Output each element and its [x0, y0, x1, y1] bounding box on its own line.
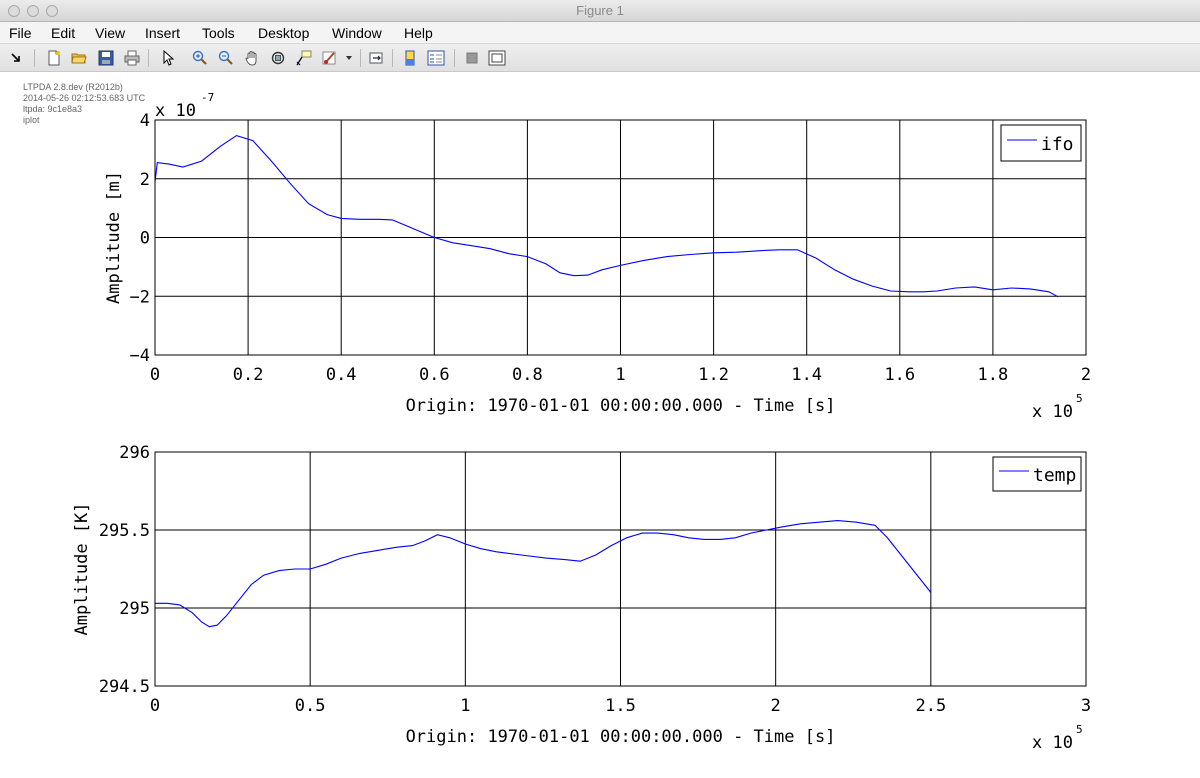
chart2-y-tick-label: 295.5: [99, 521, 150, 541]
chart2-y-tick-label: 294.5: [99, 677, 150, 697]
chart2-y-tick-label: 296: [119, 443, 150, 463]
chart2-x-tick-label: 1: [460, 696, 470, 716]
chart2-x-tick-label: 2: [771, 696, 781, 716]
chart1-x-tick-label: 1.6: [884, 365, 915, 385]
title-bar: Figure 1: [0, 0, 1200, 22]
chart1-x-exponent-power: 5: [1076, 392, 1083, 405]
stamp-command: iplot: [23, 115, 40, 125]
figure-toolbar: [0, 44, 1200, 72]
toolbar-separator: [148, 49, 149, 67]
stamp-timestamp: 2014-05-26 02:12:53.683 UTC: [23, 93, 146, 103]
zoom-in-icon[interactable]: [190, 48, 210, 68]
menu-edit[interactable]: Edit: [51, 25, 75, 41]
pan-hand-icon[interactable]: [242, 48, 262, 68]
rotate-3d-icon[interactable]: [268, 48, 288, 68]
chart1-y-tick-label: −4: [130, 346, 150, 366]
ltpda-stamp: LTPDA 2.8.dev (R2012b) 2014-05-26 02:12:…: [23, 82, 145, 126]
toolbar-separator: [392, 49, 393, 67]
chart1-x-tick-label: 2: [1081, 365, 1091, 385]
chart1-y-tick-label: −2: [130, 287, 150, 307]
data-cursor-icon[interactable]: [294, 48, 314, 68]
chart1-legend-label: ifo: [1041, 134, 1074, 155]
menu-file[interactable]: File: [9, 25, 32, 41]
chart1-x-exponent-base: x 10: [1032, 402, 1073, 422]
menu-help[interactable]: Help: [404, 25, 433, 41]
chart1-x-axis-label: Origin: 1970-01-01 00:00:00.000 - Time […: [406, 396, 836, 416]
chart1-y-tick-label: 2: [140, 170, 150, 190]
chart1-x-tick-label: 1.4: [791, 365, 822, 385]
new-figure-icon[interactable]: [44, 48, 64, 68]
chart1-y-exponent-power: -7: [201, 91, 214, 104]
chart1-x-tick-label: 0.6: [419, 365, 450, 385]
chart1-y-tick-label: 0: [140, 229, 150, 249]
chart1-x-tick-label: 0: [150, 365, 160, 385]
chart2-x-exponent-base: x 10: [1032, 733, 1073, 753]
select-pointer-icon[interactable]: [158, 48, 178, 68]
save-icon[interactable]: [96, 48, 116, 68]
menu-window[interactable]: Window: [332, 25, 382, 41]
toolbar-separator: [34, 49, 35, 67]
brush-dropdown-icon[interactable]: [343, 48, 355, 68]
chart1-y-axis-label: Amplitude [m]: [104, 171, 124, 304]
chart2-x-tick-label: 3: [1081, 696, 1091, 716]
chart2-y-tick-label: 295: [119, 599, 150, 619]
chart1-x-tick-label: 1: [615, 365, 625, 385]
chart2-x-tick-label: 0: [150, 696, 160, 716]
chart1-x-tick-label: 1.8: [978, 365, 1009, 385]
menu-bar: File Edit View Insert Tools Desktop Wind…: [0, 22, 1200, 44]
chart1-legend: ifo: [1000, 124, 1082, 162]
plots-svg: 0 0.2 0.4 0.6 0.8 1 1.2 1.4 1.6 1.8 2420−2−4Origin…: [72, 91, 1091, 753]
chart2-x-axis-label: Origin: 1970-01-01 00:00:00.000 - Time […: [406, 727, 836, 747]
chart2-legend-label: temp: [1033, 465, 1076, 486]
menu-view[interactable]: View: [95, 25, 125, 41]
link-plot-icon[interactable]: [367, 48, 387, 68]
chart2-x-exponent-power: 5: [1076, 723, 1083, 736]
open-file-icon[interactable]: [69, 48, 89, 68]
chart2-x-tick-label: 2.5: [915, 696, 946, 716]
menu-desktop[interactable]: Desktop: [258, 25, 309, 41]
chart2-group: 0 0.5 1 1.5 2 2.5 3 296 295.5 295 294.5 Origin: 197…: [72, 443, 1091, 753]
chart1-group: 0 0.2 0.4 0.6 0.8 1 1.2 1.4 1.6 1.8 2420−2−4Origin…: [104, 91, 1091, 422]
window-title: Figure 1: [576, 3, 624, 18]
chart2-legend: temp: [992, 456, 1082, 492]
hide-plot-tools-icon[interactable]: [462, 48, 482, 68]
figure-canvas: LTPDA 2.8.dev (R2012b) 2014-05-26 02:12:…: [0, 72, 1200, 773]
zoom-out-icon[interactable]: [216, 48, 236, 68]
chart1-x-tick-label: 0.4: [326, 365, 357, 385]
toolbar-separator: [360, 49, 361, 67]
brush-icon[interactable]: [320, 48, 340, 68]
chart1-x-tick-label: 1.2: [698, 365, 729, 385]
show-plot-tools-icon[interactable]: [487, 48, 507, 68]
stamp-version: LTPDA 2.8.dev (R2012b): [23, 82, 123, 92]
legend-icon[interactable]: [426, 48, 446, 68]
dock-arrow-icon[interactable]: [6, 48, 26, 68]
chart1-x-tick-label: 0.8: [512, 365, 543, 385]
menu-insert[interactable]: Insert: [145, 25, 180, 41]
print-icon[interactable]: [122, 48, 142, 68]
chart1-y-exponent-base: x 10: [155, 101, 196, 121]
chart2-x-tick-label: 1.5: [605, 696, 636, 716]
chart2-x-tick-label: 0.5: [295, 696, 326, 716]
stamp-hash: ltpda: 9c1e8a3: [23, 104, 83, 114]
menu-tools[interactable]: Tools: [202, 25, 235, 41]
colorbar-icon[interactable]: [400, 48, 420, 68]
chart2-y-axis-label: Amplitude [K]: [72, 502, 92, 635]
chart1-x-tick-label: 0.2: [233, 365, 264, 385]
toolbar-separator: [454, 49, 455, 67]
